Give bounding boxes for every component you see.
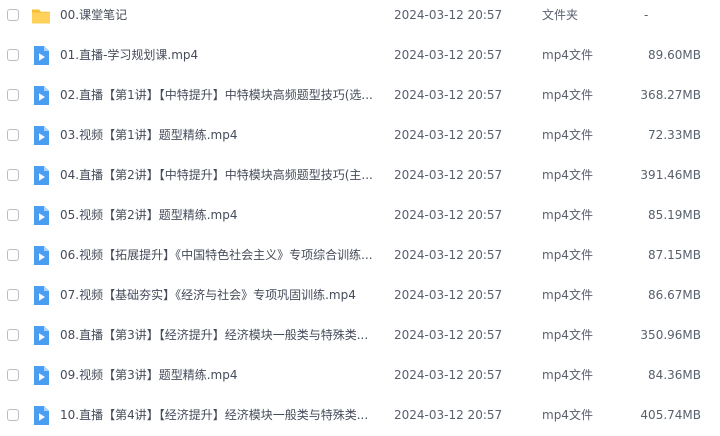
file-date: 2024-03-12 20:57: [394, 368, 503, 382]
row-checkbox[interactable]: [7, 89, 19, 101]
row-checkbox[interactable]: [7, 209, 19, 221]
file-name[interactable]: 05.视频【第2讲】题型精练.mp4: [60, 206, 376, 224]
row-checkbox[interactable]: [7, 409, 19, 421]
video-file-icon: [31, 405, 51, 426]
row-checkbox[interactable]: [7, 249, 19, 261]
file-type: mp4文件: [542, 168, 593, 182]
video-file-icon: [31, 205, 51, 226]
file-date: 2024-03-12 20:57: [394, 48, 503, 62]
file-row-video[interactable]: 05.视频【第2讲】题型精练.mp4 2024-03-12 20:57 mp4文…: [0, 196, 720, 236]
file-date: 2024-03-12 20:57: [394, 88, 503, 102]
video-file-icon: [31, 45, 51, 66]
file-name[interactable]: 00.课堂笔记: [60, 6, 376, 24]
video-file-icon: [31, 365, 51, 386]
file-type: mp4文件: [542, 408, 593, 422]
file-size: 391.46MB: [640, 168, 701, 182]
file-name[interactable]: 06.视频【拓展提升】《中国特色社会主义》专项综合训练...: [60, 246, 376, 264]
file-size: 350.96MB: [640, 328, 701, 342]
file-row-video[interactable]: 09.视频【第3讲】题型精练.mp4 2024-03-12 20:57 mp4文…: [0, 356, 720, 396]
file-list: 00.课堂笔记 2024-03-12 20:57 文件夹 - 01.直播-学习规…: [0, 0, 720, 429]
file-row-video[interactable]: 02.直播【第1讲】【中特提升】中特模块高频题型技巧(选... 2024-03-…: [0, 76, 720, 116]
file-type: mp4文件: [542, 288, 593, 302]
row-checkbox[interactable]: [7, 289, 19, 301]
file-size: 72.33MB: [648, 128, 701, 142]
file-row-video[interactable]: 01.直播-学习规划课.mp4 2024-03-12 20:57 mp4文件 8…: [0, 36, 720, 76]
row-checkbox[interactable]: [7, 9, 19, 21]
file-row-video[interactable]: 10.直播【第4讲】【经济提升】经济模块一般类与特殊类... 2024-03-1…: [0, 396, 720, 436]
file-type: mp4文件: [542, 328, 593, 342]
file-date: 2024-03-12 20:57: [394, 8, 503, 22]
video-file-icon: [31, 325, 51, 346]
file-row-video[interactable]: 04.直播【第2讲】【中特提升】中特模块高频题型技巧(主... 2024-03-…: [0, 156, 720, 196]
video-file-icon: [31, 245, 51, 266]
file-type: mp4文件: [542, 208, 593, 222]
file-type: mp4文件: [542, 88, 593, 102]
file-date: 2024-03-12 20:57: [394, 248, 503, 262]
video-file-icon: [31, 85, 51, 106]
file-row-folder[interactable]: 00.课堂笔记 2024-03-12 20:57 文件夹 -: [0, 0, 720, 36]
file-date: 2024-03-12 20:57: [394, 208, 503, 222]
file-date: 2024-03-12 20:57: [394, 128, 503, 142]
file-name[interactable]: 07.视频【基础夯实】《经济与社会》专项巩固训练.mp4: [60, 286, 376, 304]
file-size: 84.36MB: [648, 368, 701, 382]
file-size: 89.60MB: [648, 48, 701, 62]
file-size: 368.27MB: [640, 88, 701, 102]
row-checkbox[interactable]: [7, 129, 19, 141]
file-row-video[interactable]: 08.直播【第3讲】【经济提升】经济模块一般类与特殊类... 2024-03-1…: [0, 316, 720, 356]
row-checkbox[interactable]: [7, 369, 19, 381]
file-size: 85.19MB: [648, 208, 701, 222]
file-size: 87.15MB: [648, 248, 701, 262]
video-file-icon: [31, 165, 51, 186]
file-row-video[interactable]: 07.视频【基础夯实】《经济与社会》专项巩固训练.mp4 2024-03-12 …: [0, 276, 720, 316]
file-name[interactable]: 08.直播【第3讲】【经济提升】经济模块一般类与特殊类...: [60, 326, 376, 344]
file-name[interactable]: 02.直播【第1讲】【中特提升】中特模块高频题型技巧(选...: [60, 86, 376, 104]
file-name[interactable]: 09.视频【第3讲】题型精练.mp4: [60, 366, 376, 384]
file-type: 文件夹: [542, 8, 579, 22]
video-file-icon: [31, 285, 51, 306]
file-date: 2024-03-12 20:57: [394, 168, 503, 182]
folder-icon: [31, 5, 51, 26]
file-date: 2024-03-12 20:57: [394, 408, 503, 422]
row-checkbox[interactable]: [7, 49, 19, 61]
row-checkbox[interactable]: [7, 169, 19, 181]
file-type: mp4文件: [542, 248, 593, 262]
file-name[interactable]: 03.视频【第1讲】题型精练.mp4: [60, 126, 376, 144]
file-date: 2024-03-12 20:57: [394, 328, 503, 342]
video-file-icon: [31, 125, 51, 146]
file-row-video[interactable]: 06.视频【拓展提升】《中国特色社会主义》专项综合训练... 2024-03-1…: [0, 236, 720, 276]
file-size: 86.67MB: [648, 288, 701, 302]
row-checkbox[interactable]: [7, 329, 19, 341]
file-name[interactable]: 01.直播-学习规划课.mp4: [60, 46, 376, 64]
file-date: 2024-03-12 20:57: [394, 288, 503, 302]
file-type: mp4文件: [542, 48, 593, 62]
file-name[interactable]: 10.直播【第4讲】【经济提升】经济模块一般类与特殊类...: [60, 406, 376, 424]
file-size: 405.74MB: [640, 408, 701, 422]
file-type: mp4文件: [542, 368, 593, 382]
file-size: -: [644, 8, 649, 22]
file-row-video[interactable]: 03.视频【第1讲】题型精练.mp4 2024-03-12 20:57 mp4文…: [0, 116, 720, 156]
file-type: mp4文件: [542, 128, 593, 142]
file-name[interactable]: 04.直播【第2讲】【中特提升】中特模块高频题型技巧(主...: [60, 166, 376, 184]
